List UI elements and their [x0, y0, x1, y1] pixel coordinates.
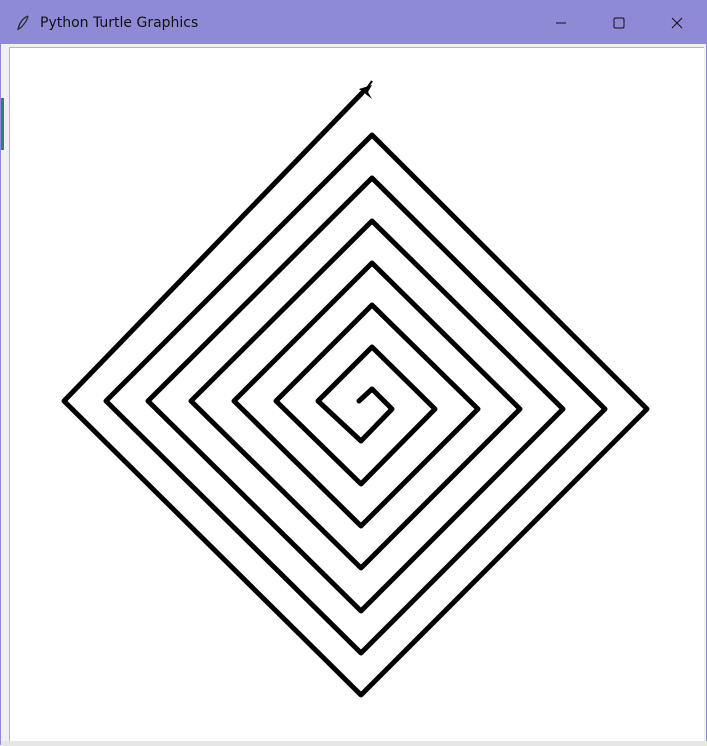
feather-icon: [13, 13, 33, 33]
spiral-path: [61, 90, 650, 698]
window-controls: [532, 1, 706, 44]
background-window-edge: [1, 98, 4, 150]
title-bar[interactable]: Python Turtle Graphics: [1, 1, 706, 44]
window-title: Python Turtle Graphics: [40, 14, 199, 31]
turtle-window: Python Turtle Graphics: [0, 0, 707, 746]
turtle-canvas[interactable]: [9, 47, 704, 744]
maximize-icon: [613, 17, 625, 29]
close-icon: [671, 17, 683, 29]
spiral-drawing: [61, 80, 650, 698]
maximize-button[interactable]: [590, 1, 648, 44]
minimize-icon: [555, 17, 567, 29]
minimize-button[interactable]: [532, 1, 590, 44]
window-bottom-edge: [1, 741, 707, 746]
close-button[interactable]: [648, 1, 706, 44]
